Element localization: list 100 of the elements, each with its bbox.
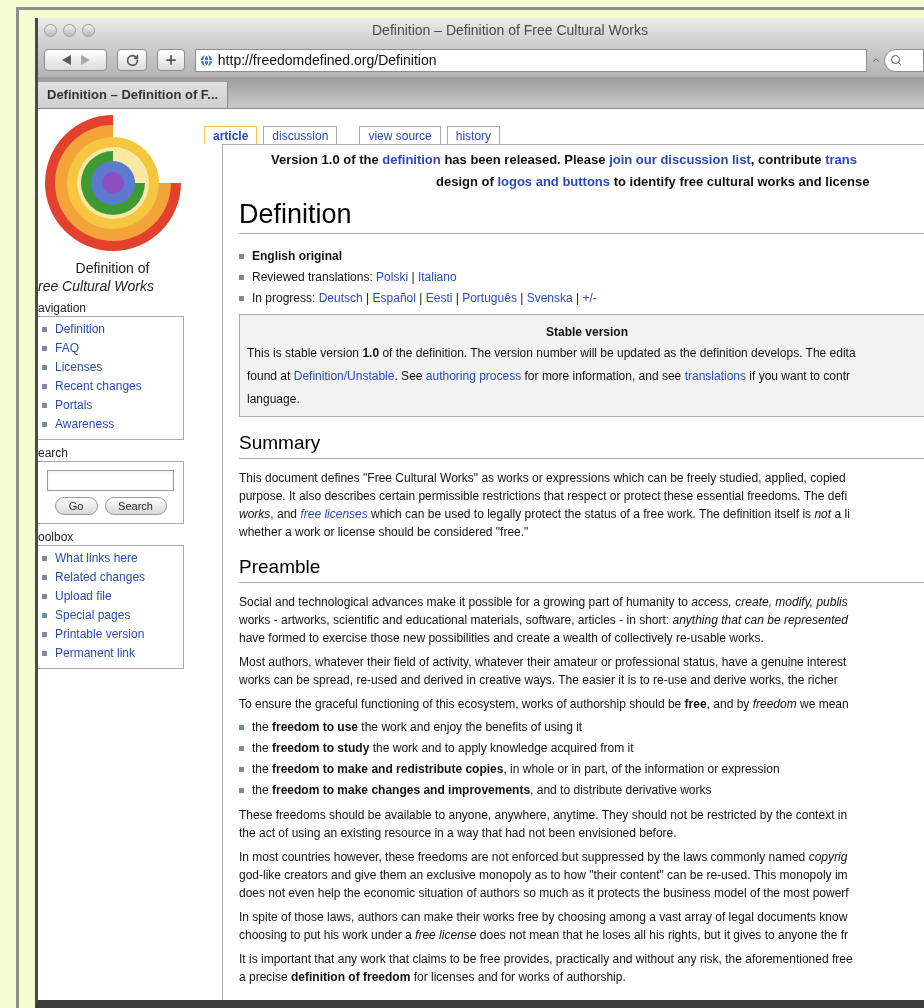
paragraph-text: god-like creators and give them an exclusive monopoly as to how "their content" can be re-used. This monopoly im [239,868,848,882]
sidebar-link[interactable]: What links here [55,550,138,567]
sidebar-link[interactable]: Permanent link [55,645,136,662]
portlet-heading: avigation [38,301,88,315]
square-bullet-icon [42,594,47,599]
paragraph-text: works, and [239,507,299,521]
page-tab[interactable]: history [446,126,501,144]
paragraph-text: language. [247,392,300,406]
link[interactable]: Eesti [425,291,453,305]
square-bullet-icon [42,327,47,332]
notice-title: Stable version [545,324,629,341]
square-bullet-icon [42,613,47,618]
sidebar-link[interactable]: FAQ [55,340,79,357]
link[interactable]: Italiano [417,270,457,284]
paragraph-text: found at [247,369,292,383]
sidebar-link[interactable]: Special pages [55,607,131,624]
link[interactable]: Português [462,291,517,305]
sidebar-link[interactable]: Upload file [55,588,112,605]
search-form-button[interactable]: Go [54,497,98,515]
window-title: Definition – Definition of Free Cultural Works [372,21,648,40]
square-bullet-icon [42,403,47,408]
sidebar-link[interactable]: Portals [55,397,93,414]
add-bookmark-button[interactable] [157,49,185,71]
paragraph-text: In spite of those laws, authors can make their works free by choosing among a vast array of legal documents know [239,910,848,924]
link[interactable]: Polski [376,270,409,284]
search-form-button[interactable]: Search [104,497,167,515]
sidebar-link[interactable]: Recent changes [55,378,142,395]
page-tab[interactable]: discussion [263,126,338,144]
reload-icon [125,53,139,67]
paragraph-text: To ensure the graceful functioning of this ecosystem, works of authorship should be free, and by freedom we mean [239,697,849,711]
link[interactable]: Español [372,291,416,305]
link[interactable]: join our discussion list [609,152,751,167]
paragraph-text: This document defines "Free Cultural Works" as works or expressions which can be freely studied, applied, copied [239,471,846,485]
caret-icon[interactable] [871,55,881,65]
square-bullet-icon [239,275,244,280]
paragraph-text: | [418,291,424,305]
square-bullet-icon [42,575,47,580]
paragraph-text: choosing to put his work under a free license does not mean that he loses all his rights, but it gives to anyone the fr [239,928,849,942]
search-input[interactable] [47,470,174,491]
paragraph-text: does not even help the economic situation of authors so much as it protects the business model of the most powerf [239,886,849,900]
paragraph-text: to identify free cultural works and license [612,174,870,189]
url-text: http://freedomdefined.org/Definition [217,50,437,70]
reload-button[interactable] [117,49,148,71]
link[interactable]: translations [684,369,746,383]
sidebar-link[interactable]: Printable version [55,626,145,643]
paragraph-text: for more information, and see [523,369,683,383]
paragraph-text: This is stable version 1.0 of the definition. The version number will be updated as the definition develops. The edita [247,346,856,360]
window-control-icon[interactable] [44,24,57,37]
square-bullet-icon [239,767,244,772]
globe-icon [198,52,214,68]
paragraph-text: the freedom to use the work and enjoy the benefits of using it [252,720,583,734]
paragraph-text: if you want to contr [748,369,851,383]
browser-tab[interactable]: Definition – Definition of F... [38,82,229,108]
link[interactable]: Svenska [526,291,573,305]
page-tab[interactable]: article [204,126,258,144]
paragraph-text: which can be used to legally protect the status of a free work. The definition itself is not a li [370,507,850,521]
paragraph-text: purpose. It also describes certain permissible restrictions that respect or protect these essential freedoms. The defi [239,489,848,503]
search-field[interactable] [884,48,924,72]
paragraph-text: It is important that any work that claims to be free provides, practically and without any risk, the aforementioned free [239,952,853,966]
link[interactable]: logos and buttons [497,174,611,189]
paragraph-text: English original [252,249,342,263]
paragraph-text: works - artworks, scientific and educational materials, software, articles - in short: anything that can be represented [239,613,848,627]
link[interactable]: trans [825,152,857,167]
paragraph-text: | [410,270,416,284]
square-bullet-icon [42,384,47,389]
link[interactable]: Deutsch [318,291,363,305]
paragraph-text: , contribute [750,152,823,167]
square-bullet-icon [42,346,47,351]
search-icon [890,54,902,66]
link[interactable]: authoring process [425,369,522,383]
paragraph-text: a precise definition of freedom for licenses and for works of authorship. [239,970,626,984]
page-tab[interactable]: view source [359,126,441,144]
square-bullet-icon [239,296,244,301]
square-bullet-icon [42,632,47,637]
paragraph-text: | [365,291,371,305]
paragraph-text: the freedom to make changes and improvements, and to distribute derivative works [252,783,712,797]
sidebar-link[interactable]: Awareness [55,416,115,433]
paragraph-text: . See [394,369,424,383]
link[interactable]: +/- [582,291,597,305]
address-field[interactable]: http://freedomdefined.org/Definition [194,48,867,72]
window-control-icon[interactable] [82,24,95,37]
paragraph-text: the freedom to study the work and to apply knowledge acquired from it [252,741,634,755]
paragraph-text: | [575,291,581,305]
paragraph-text: Most authors, whatever their field of activity, whatever their amateur or professional status, have a genuine interest [239,655,847,669]
sidebar-link[interactable]: Related changes [55,569,146,586]
forward-arrow-icon[interactable] [80,55,90,65]
window-control-icon[interactable] [63,24,76,37]
sidebar-link[interactable]: Licenses [55,359,103,376]
link[interactable]: free licenses [300,507,368,521]
link[interactable]: definition [382,152,441,167]
plus-icon [163,53,178,67]
section-heading: Preamble [239,555,924,583]
square-bullet-icon [239,746,244,751]
portlet-heading: earch [38,446,70,460]
paragraph-text: the act of using an existing resource in a way that had not been envisioned before. [239,826,677,840]
section-heading: Summary [239,431,924,459]
back-forward-button[interactable] [44,49,108,71]
site-name: Definition of [74,259,151,277]
sidebar-link[interactable]: Definition [55,321,106,338]
back-arrow-icon[interactable] [61,55,71,65]
